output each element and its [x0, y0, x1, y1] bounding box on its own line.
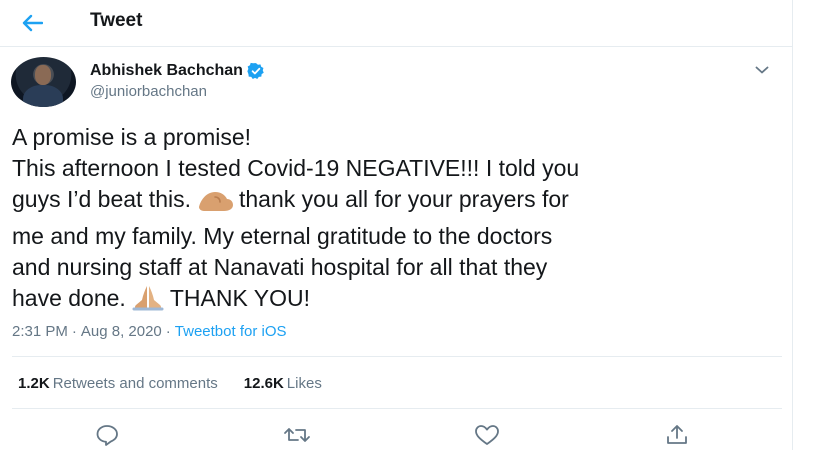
likes-count: 12.6K	[243, 375, 284, 392]
arrow-left-icon	[22, 14, 43, 32]
retweets-count: 1.2K	[18, 375, 50, 392]
tweet-source-link[interactable]: Tweetbot for iOS	[175, 322, 287, 342]
flexed-biceps-icon	[195, 187, 235, 221]
reply-button[interactable]	[93, 422, 121, 448]
tweet-text-segment: THANK YOU!	[169, 285, 310, 311]
tweet-text-segment: have done.	[12, 285, 126, 311]
tweet-text-segment: thank you all for your prayers for	[239, 186, 569, 212]
tweet-meta: 2:31 PM · Aug 8, 2020 · Tweetbot for iOS	[12, 322, 287, 342]
tweet-text: A promise is a promise! This afternoon I…	[12, 122, 782, 320]
avatar[interactable]	[11, 57, 76, 107]
tweet-panel: Tweet Abhishek Bachchan @juniorbachchan …	[0, 0, 793, 450]
like-icon	[475, 425, 499, 445]
author-name-row[interactable]: Abhishek Bachchan	[90, 61, 265, 81]
likes-stat[interactable]: 12.6K Likes	[244, 374, 322, 394]
meta-separator: ·	[165, 323, 171, 340]
author-name[interactable]: Abhishek Bachchan	[90, 61, 243, 81]
folded-hands-icon	[130, 284, 166, 320]
author-handle[interactable]: @juniorbachchan	[90, 82, 207, 102]
share-button[interactable]	[663, 422, 691, 448]
retweet-icon	[284, 428, 310, 442]
like-button[interactable]	[473, 422, 501, 448]
reply-icon	[96, 425, 118, 446]
tweet-text-line: This afternoon I tested Covid-19 NEGATIV…	[12, 155, 580, 181]
retweet-button[interactable]	[283, 422, 311, 448]
verified-badge-icon	[247, 62, 264, 79]
tweet-time[interactable]: 2:31 PM	[12, 322, 68, 342]
likes-label: Likes	[286, 375, 322, 392]
action-bar	[0, 420, 792, 450]
share-icon	[667, 425, 687, 444]
back-button[interactable]	[18, 9, 46, 37]
tweet-date[interactable]: Aug 8, 2020	[81, 322, 162, 342]
meta-separator: ·	[71, 323, 77, 340]
page-title: Tweet	[90, 10, 143, 31]
tweet-text-line: and nursing staff at Nanavati hospital f…	[12, 254, 548, 280]
header: Tweet	[0, 0, 792, 47]
divider	[12, 356, 782, 357]
divider	[12, 408, 782, 409]
tweet-text-line: A promise is a promise!	[12, 124, 252, 150]
tweet-text-line-7: have done. THANK YOU!	[12, 283, 782, 320]
more-options-button[interactable]	[751, 59, 773, 81]
tweet-stats: 1.2K Retweets and comments 12.6K Likes	[18, 374, 322, 394]
retweets-stat[interactable]: 1.2K Retweets and comments	[18, 374, 218, 394]
tweet-text-segment: guys I’d beat this.	[12, 186, 191, 212]
tweet-text-line: me and my family. My eternal gratitude t…	[12, 223, 553, 249]
chevron-down-icon	[755, 66, 769, 74]
tweet-text-line-3: guys I’d beat this. thank you all for you…	[12, 184, 782, 221]
retweets-label: Retweets and comments	[52, 375, 218, 392]
